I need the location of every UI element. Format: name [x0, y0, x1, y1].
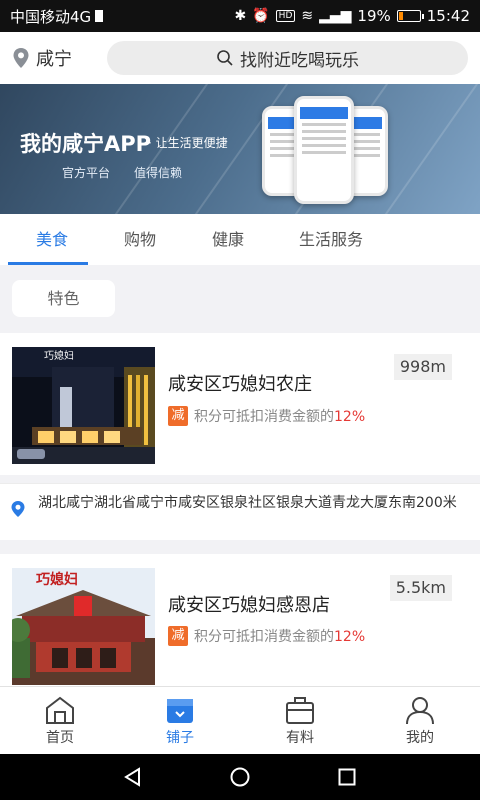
user-icon: [406, 696, 434, 724]
location-pin-icon: [13, 48, 29, 68]
bottom-nav: 首页 铺子 有料 我的: [0, 686, 480, 754]
banner-subtitle: · 让生活更便捷: [148, 136, 228, 150]
carrier-group: 中国移动4G: [10, 6, 104, 27]
promo-badge: 减: [168, 406, 188, 426]
briefcase-icon: [286, 696, 314, 724]
shop-card[interactable]: 巧媳妇 咸安区巧媳妇感恩店 5.5km 减 积分可抵扣消费金额的12%: [0, 554, 480, 686]
city-label: 咸宁: [36, 49, 72, 70]
sim-icon: [95, 10, 104, 22]
nav-home[interactable]: 首页: [0, 687, 120, 754]
banner-tag-trust: 值得信赖: [134, 166, 183, 180]
tab-life-services[interactable]: 生活服务: [272, 214, 390, 265]
promo-text: 积分可抵扣消费金额的12%: [194, 626, 365, 646]
promo-badge: 减: [168, 626, 188, 646]
status-bar: 中国移动4G ✱ ⏰ HD ≋ ▂▄▆ 19% 15:42: [0, 0, 480, 32]
banner-title: 我的咸宁APP: [20, 132, 152, 156]
nav-me-label: 我的: [406, 729, 434, 746]
back-icon[interactable]: [122, 766, 144, 788]
search-placeholder: 找附近吃喝玩乐: [240, 50, 359, 71]
shop-promo: 减 积分可抵扣消费金额的12%: [168, 406, 365, 426]
shop-promo: 减 积分可抵扣消费金额的12%: [168, 626, 365, 646]
shop-photo: 巧媳妇: [12, 347, 155, 464]
search-icon: [217, 50, 233, 66]
nav-news-label: 有料: [286, 729, 314, 746]
filter-chip-special[interactable]: 特色: [12, 280, 115, 317]
search-bar[interactable]: 找附近吃喝玩乐: [107, 41, 468, 75]
location-pin-icon: [11, 501, 25, 517]
battery-fill: [398, 12, 403, 20]
shop-name: 咸安区巧媳妇农庄: [168, 374, 312, 395]
category-tabs: 美食 购物 健康 生活服务: [0, 214, 480, 265]
wifi-icon: ≋: [301, 8, 314, 24]
promo-banner[interactable]: 我的咸宁APP · 让生活更便捷 官方平台 值得信赖: [0, 84, 480, 214]
app-header: 咸宁 找附近吃喝玩乐: [0, 32, 480, 84]
shop-card[interactable]: 巧媳妇 咸安区巧媳妇农庄 998m 减 积分可抵扣消费金额的12%: [0, 333, 480, 475]
system-nav-bar: [0, 754, 480, 800]
carrier-name: 中国移动4G: [10, 7, 92, 26]
tab-shopping[interactable]: 购物: [96, 214, 184, 265]
bluetooth-icon: ✱: [234, 8, 247, 24]
hd-icon: HD: [275, 10, 296, 22]
home-icon: [46, 696, 74, 724]
shop-sign-text: 巧媳妇: [44, 349, 74, 362]
shop-distance: 998m: [393, 354, 452, 380]
nav-home-label: 首页: [46, 729, 74, 746]
battery-percent: 19%: [357, 7, 391, 25]
shop-name: 咸安区巧媳妇感恩店: [168, 595, 330, 616]
tab-health[interactable]: 健康: [184, 214, 272, 265]
alarm-icon: ⏰: [252, 8, 270, 24]
shop-sign-text: 巧媳妇: [36, 571, 78, 588]
shop-icon: [167, 698, 193, 723]
promo-desc: 积分可抵扣消费金额的: [194, 409, 334, 425]
banner-tags: 官方平台 值得信赖: [62, 164, 182, 181]
banner-tag-official: 官方平台: [62, 166, 111, 180]
shop-address-row[interactable]: 湖北咸宁湖北省咸宁市咸安区银泉社区银泉大道青龙大厦东南200米: [0, 483, 480, 540]
home-circle-icon[interactable]: [229, 766, 251, 788]
promo-text: 积分可抵扣消费金额的12%: [194, 406, 365, 426]
promo-percent: 12%: [334, 629, 366, 645]
shop-address: 湖北咸宁湖北省咸宁市咸安区银泉社区银泉大道青龙大厦东南200米: [38, 495, 457, 511]
signal-icon: ▂▄▆: [319, 8, 352, 24]
promo-desc: 积分可抵扣消费金额的: [194, 629, 334, 645]
promo-percent: 12%: [334, 409, 366, 425]
tab-food[interactable]: 美食: [8, 214, 96, 265]
shop-distance: 5.5km: [389, 575, 452, 601]
shop-photo: 巧媳妇: [12, 568, 155, 685]
recents-icon[interactable]: [336, 766, 358, 788]
nav-shop[interactable]: 铺子: [120, 687, 240, 754]
nav-me[interactable]: 我的: [360, 687, 480, 754]
city-selector[interactable]: 咸宁: [12, 45, 107, 71]
status-icons: ✱ ⏰ HD ≋ ▂▄▆ 19% 15:42: [235, 7, 471, 25]
battery-icon: [396, 10, 424, 22]
clock: 15:42: [426, 7, 470, 25]
nav-news[interactable]: 有料: [240, 687, 360, 754]
phone-mockup-center: [294, 96, 354, 204]
filter-area: 特色: [0, 265, 480, 332]
nav-shop-label: 铺子: [166, 729, 194, 746]
